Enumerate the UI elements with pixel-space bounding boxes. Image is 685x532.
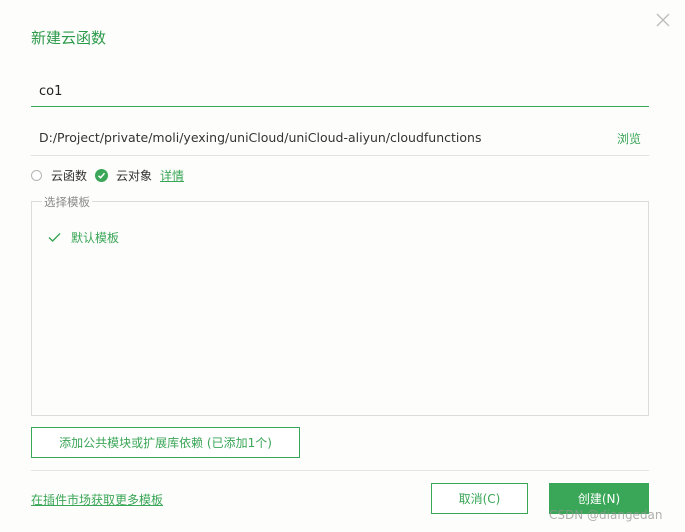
radio-cloud-function[interactable] — [31, 169, 42, 181]
template-list: 选择模板 默认模板 — [31, 194, 649, 416]
new-cloud-function-dialog: 新建云函数 D:/Project/private/moli/yexing/uni… — [0, 0, 685, 532]
radio-label-cloud-function[interactable]: 云函数 — [51, 167, 87, 184]
template-item-default[interactable]: 默认模板 — [48, 229, 119, 246]
close-button[interactable] — [654, 11, 672, 29]
radio-label-cloud-object[interactable]: 云对象 — [116, 167, 152, 184]
dialog-title: 新建云函数 — [31, 29, 107, 47]
cancel-button[interactable]: 取消(C) — [431, 483, 528, 514]
watermark: CSDN @diangedan — [549, 508, 663, 522]
function-name-input[interactable] — [31, 77, 649, 107]
check-circle-icon — [97, 172, 106, 179]
checkmark-icon — [48, 233, 61, 242]
path-row: D:/Project/private/moli/yexing/uniCloud/… — [31, 121, 649, 156]
template-legend: 选择模板 — [42, 194, 92, 210]
details-link[interactable]: 详情 — [160, 167, 184, 184]
close-icon — [656, 13, 670, 27]
template-item-label: 默认模板 — [71, 231, 120, 245]
footer-divider — [31, 470, 649, 471]
browse-link[interactable]: 浏览 — [617, 130, 641, 147]
add-dependencies-button[interactable]: 添加公共模块或扩展库依赖 (已添加1个) — [31, 427, 300, 458]
function-type-selector: 云函数 云对象 详情 — [31, 165, 184, 185]
path-text: D:/Project/private/moli/yexing/uniCloud/… — [39, 130, 482, 145]
radio-cloud-object[interactable] — [95, 168, 109, 182]
plugin-market-link[interactable]: 在插件市场获取更多模板 — [31, 491, 163, 508]
